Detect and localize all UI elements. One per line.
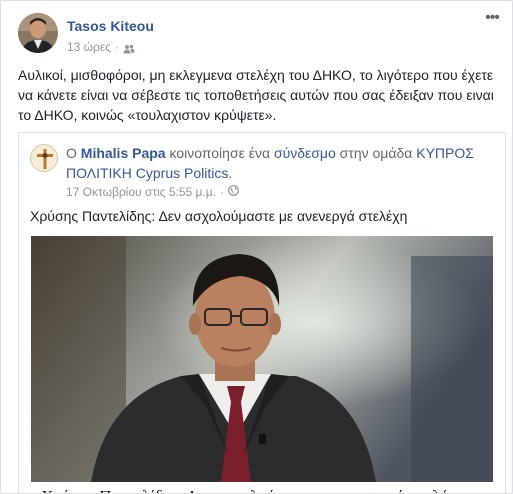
facebook-post: Tasos Kiteou 13 ώρες · ••• Αυλικοί, μισθ… [0,0,513,494]
share-in-group-text: στην ομάδα [335,145,417,161]
post-meta: 13 ώρες · [67,39,154,55]
author-avatar[interactable] [18,13,58,53]
shared-post[interactable]: Ο Mihalis Papa κοινοποίησε ένα σύνδεσμο … [18,132,506,493]
globe-icon[interactable] [228,184,239,200]
share-prefix: Ο [66,145,81,161]
share-period: . [228,165,233,181]
post-options-button[interactable]: ••• [482,10,502,29]
person-photo [31,236,493,482]
friends-icon[interactable] [123,42,135,54]
share-action-text: κοινοποίησε ένα [165,145,274,161]
link-preview-title[interactable]: Χρύσης Παντελίδης: Δεν ασχολούμαστε με α… [31,482,493,493]
shared-meta-separator: · [220,185,225,199]
share-description: Ο Mihalis Papa κοινοποίησε ένα σύνδεσμο … [66,143,486,183]
shared-author-avatar[interactable] [30,144,58,172]
shared-meta: 17 Οκτωβρίου στις 5:55 μ.μ. · [66,184,486,200]
shared-author-name[interactable]: Mihalis Papa [81,145,166,161]
link-preview-image[interactable] [31,236,493,482]
author-avatar-image [18,13,58,53]
author-name[interactable]: Tasos Kiteou [67,17,154,35]
shared-post-header: Ο Mihalis Papa κοινοποίησε ένα σύνδεσμο … [30,143,486,200]
shared-link-word[interactable]: σύνδεσμο [274,145,336,161]
post-header: Tasos Kiteou 13 ώρες · [18,13,154,57]
post-text: Αυλικοί, μισθοφόροι, μη εκλεγμενα στελέχ… [18,67,494,123]
shared-post-text: Χρύσης Παντελίδης: Δεν ασχολούμαστε με α… [30,208,408,224]
post-timestamp[interactable]: 13 ώρες [67,39,111,55]
meta-separator: · [115,40,120,54]
shared-timestamp[interactable]: 17 Οκτωβρίου στις 5:55 μ.μ. [66,184,216,200]
